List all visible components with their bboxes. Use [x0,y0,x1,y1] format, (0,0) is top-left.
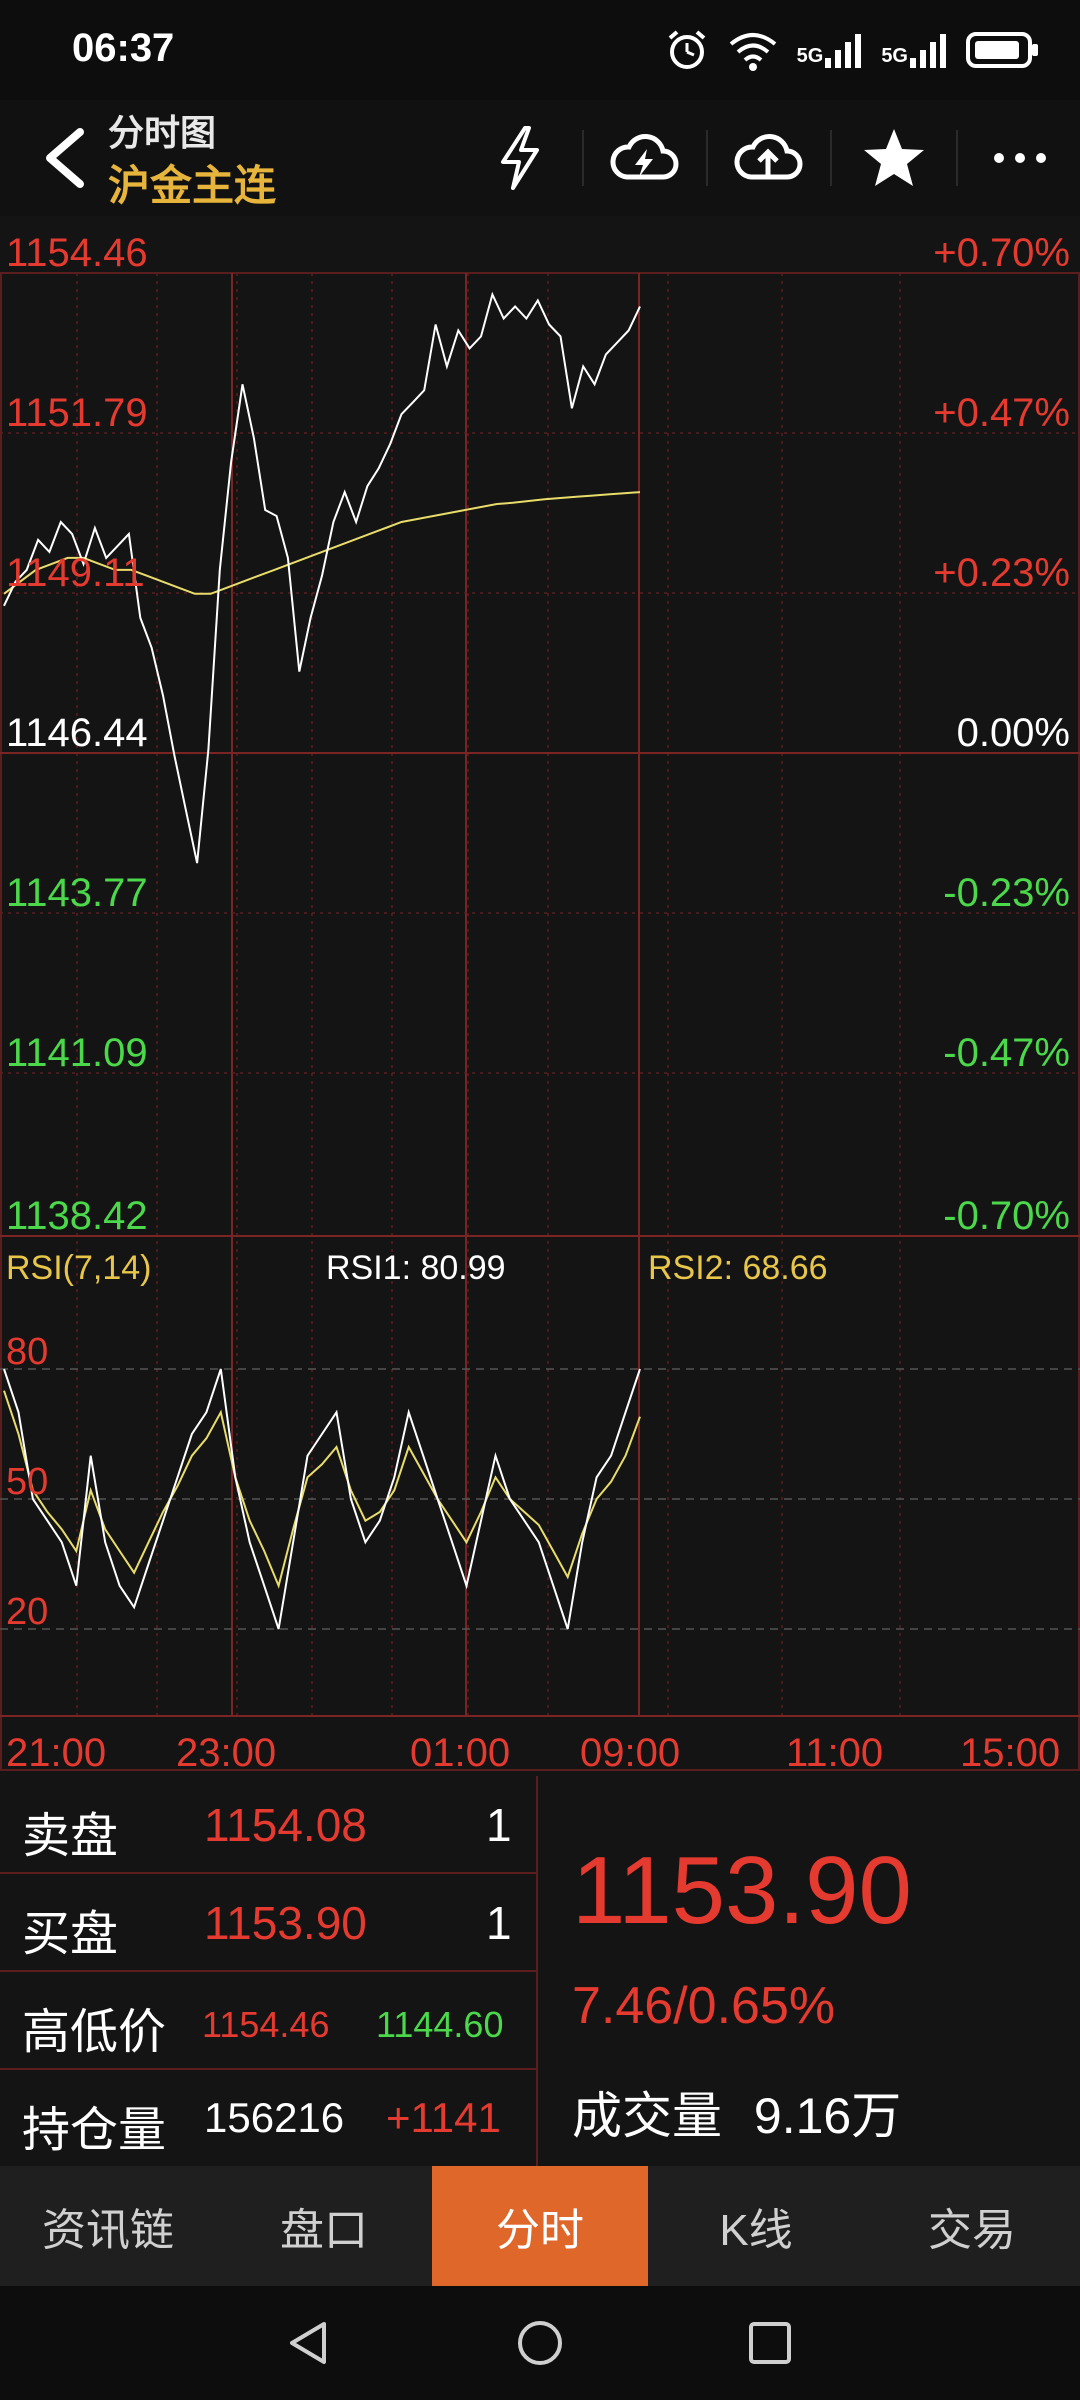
chart-svg: 1154.46 1151.79 1149.11 1146.44 1143.77 … [0,231,1080,1775]
signal-label-1: 5G [796,45,824,67]
ask-label: 卖盘 [22,1810,119,1863]
cloud-upload-button[interactable] [720,118,816,198]
cloud-lightning-icon [610,134,679,180]
quote-panel: 卖盘 1154.08 1 买盘 1153.90 1 高低价 1154.46 11… [0,1776,1080,2166]
price-change: 7.46/0.65% [572,1977,836,2035]
recents-nav-icon[interactable] [745,2318,795,2368]
rsi-title: RSI(7,14) [6,1249,152,1287]
lightning-icon [501,126,539,190]
back-button[interactable] [28,118,100,198]
high-price: 1154.46 [202,2004,330,2045]
intraday-chart[interactable]: 1154.46 1151.79 1149.11 1146.44 1143.77 … [0,216,1080,1776]
more-button[interactable] [972,118,1068,198]
volume: 成交量 9.16万 [572,2076,901,2148]
high-low-row: 高低价 1154.46 1144.60 [0,1972,536,2068]
header-separator [956,130,958,186]
rsi2-line [3,1390,641,1589]
ask-qty: 1 [486,1799,512,1851]
tab-trade[interactable]: 交易 [864,2166,1080,2286]
flash-button[interactable] [472,118,568,198]
rsi-level-label: 50 [6,1461,48,1503]
header-separator [830,130,832,186]
cloud-upload-icon [734,134,803,180]
bid-price: 1153.90 [204,1897,367,1949]
instrument-name: 沪金主连 [108,162,277,209]
home-nav-icon[interactable] [515,2318,565,2368]
volume-label: 成交量 [572,2088,722,2144]
percent-tick-label: -0.47% [943,1031,1070,1075]
tab-kline[interactable]: K线 [648,2166,864,2286]
time-tick-label: 09:00 [580,1731,680,1775]
time-tick-label: 11:00 [786,1731,883,1775]
time-tick-label: 23:00 [176,1731,276,1775]
signal-icon-1: 5G [797,32,864,68]
rsi2-value: RSI2: 68.66 [648,1249,828,1287]
tab-news-chain[interactable]: 资讯链 [0,2166,216,2286]
bid-qty: 1 [486,1897,512,1949]
ask-row[interactable]: 卖盘 1154.08 1 [0,1776,536,1872]
favorite-button[interactable] [846,118,942,198]
status-icons: 5G 5G [665,28,1040,72]
header: 分时图 沪金主连 [0,100,1080,216]
page-title: 分时图 [108,112,217,153]
percent-tick-label: -0.70% [943,1194,1070,1238]
percent-tick-label: 0.00% [957,711,1070,755]
price-tick-label: 1151.79 [6,391,148,435]
rsi1-value: RSI1: 80.99 [326,1249,506,1287]
rsi-level-label: 20 [6,1591,48,1633]
volume-value: 9.16万 [753,2088,902,2144]
signal-label-2: 5G [881,45,908,67]
time-tick-label: 01:00 [410,1731,510,1775]
percent-tick-label: +0.47% [933,391,1070,435]
battery-icon [966,32,1038,68]
price-tick-label: 1143.77 [6,871,148,915]
star-icon [864,129,924,186]
alarm-icon [668,30,705,69]
percent-tick-label: -0.23% [943,871,1070,915]
back-nav-icon[interactable] [284,2318,334,2368]
time-tick-label: 15:00 [960,1731,1060,1775]
percent-tick-label: +0.23% [933,551,1070,595]
header-separator [582,130,584,186]
chevron-left-icon [46,128,84,188]
more-icon [994,153,1046,163]
open-interest-value: 156216 [204,2094,345,2141]
ask-price: 1154.08 [204,1799,367,1851]
bottom-tabs: 资讯链 盘口 分时 K线 交易 [0,2166,1080,2286]
price-tick-label: 1149.11 [6,551,145,595]
open-interest-row: 持仓量 156216 +1141 [0,2070,536,2166]
time-tick-label: 21:00 [6,1731,106,1775]
wifi-icon [729,33,776,71]
signal-icon-2: 5G [881,32,948,68]
open-interest-change: +1141 [386,2094,501,2141]
bid-label: 买盘 [22,1908,119,1961]
price-tick-label: 1138.42 [6,1194,148,1238]
bid-row[interactable]: 买盘 1153.90 1 [0,1874,536,1970]
tab-order-book[interactable]: 盘口 [216,2166,432,2286]
panel-divider [536,1776,538,2166]
price-tick-label: 1154.46 [6,231,148,275]
percent-tick-label: +0.70% [933,231,1070,275]
tab-intraday[interactable]: 分时 [432,2166,648,2286]
rsi-level-label: 80 [6,1331,48,1373]
low-price: 1144.60 [376,2004,504,2045]
header-separator [706,130,708,186]
clock: 06:37 [72,26,175,70]
price-tick-label: 1141.09 [6,1031,148,1075]
status-bar: 06:37 5G 5G [0,0,1080,100]
price-tick-label: 1146.44 [6,711,148,755]
high-low-label: 高低价 [22,2006,167,2059]
system-nav-bar [0,2286,1080,2400]
last-price: 1153.90 [572,1837,912,1944]
cloud-sync-button[interactable] [596,118,692,198]
open-interest-label: 持仓量 [22,2104,167,2157]
